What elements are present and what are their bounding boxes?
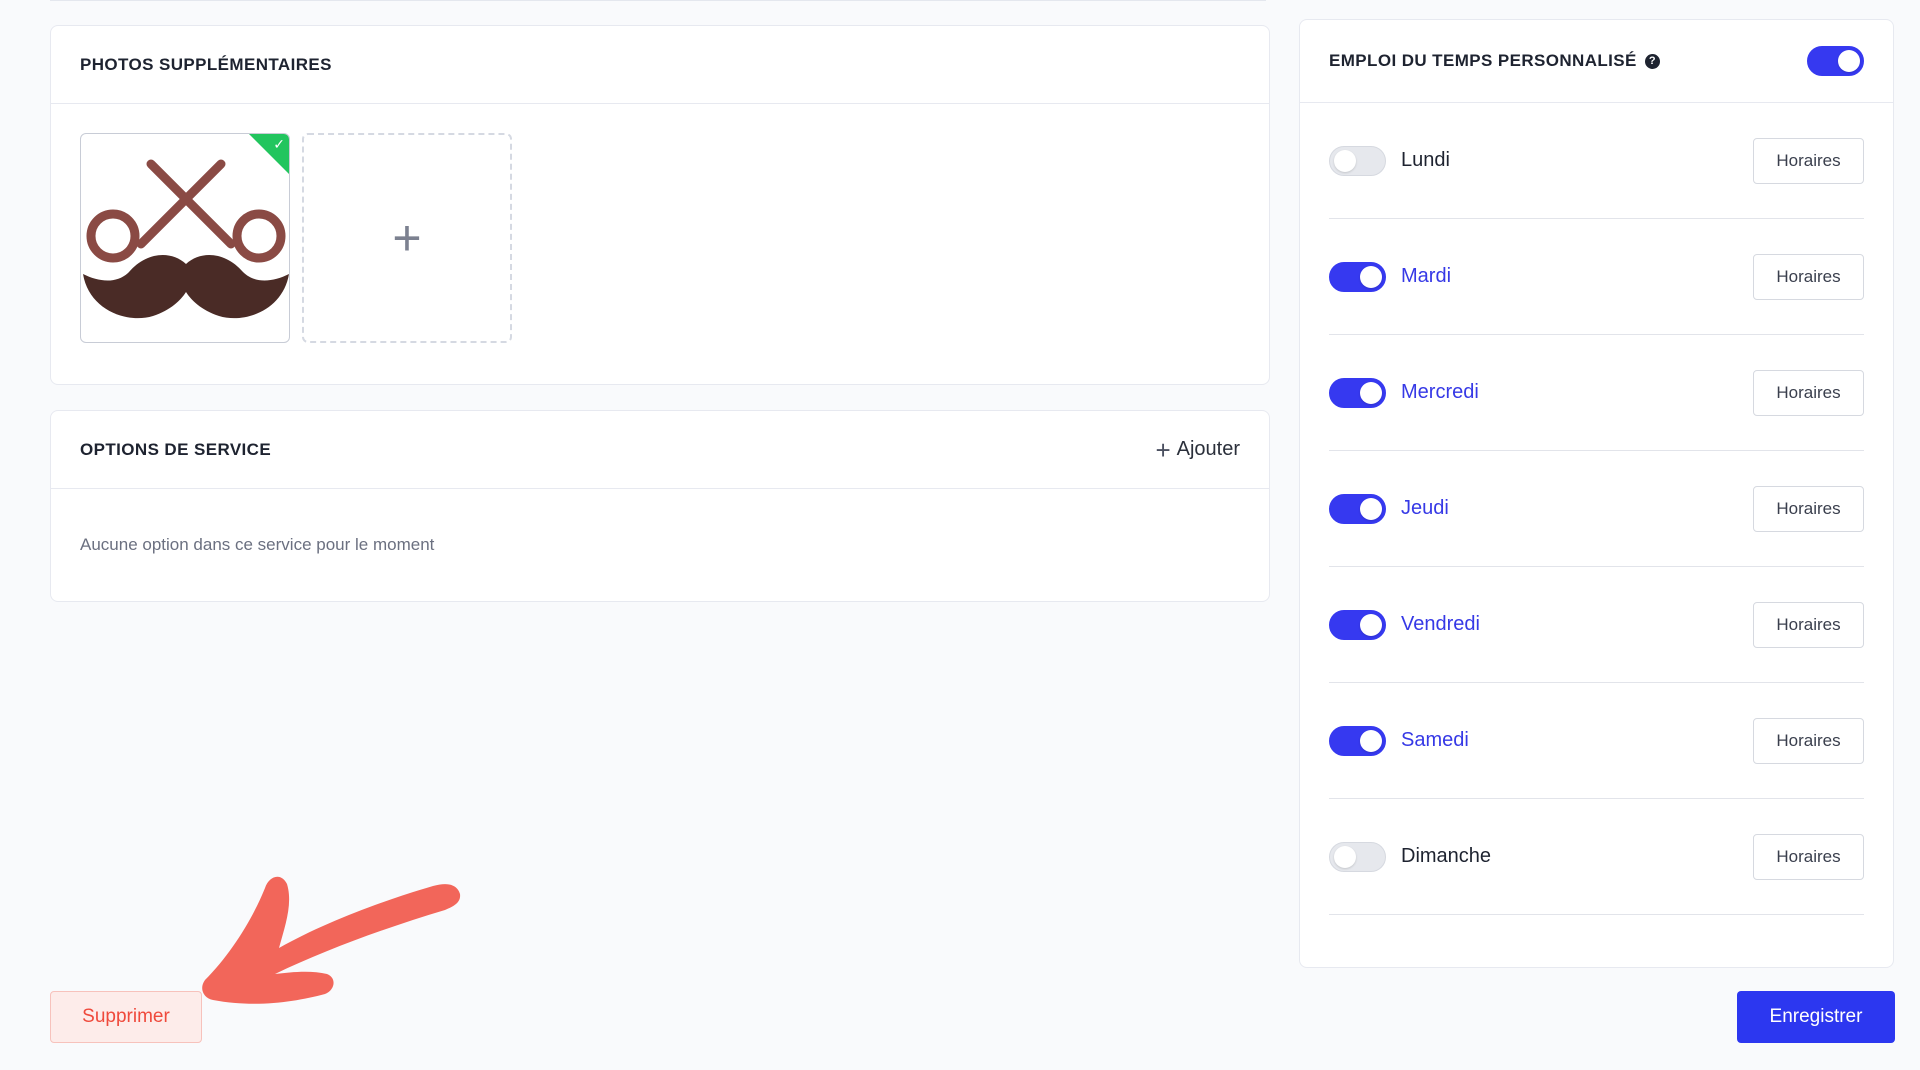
empty-options-message: Aucune option dans ce service pour le mo… [80, 535, 435, 554]
custom-schedule-header: EMPLOI DU TEMPS PERSONNALISÉ ? [1300, 20, 1893, 103]
service-options-title: OPTIONS DE SERVICE [80, 439, 272, 459]
day-row-samedi: Samedi Horaires [1329, 683, 1864, 799]
day-name: Mardi [1401, 265, 1452, 287]
hours-button-jeudi[interactable]: Horaires [1753, 485, 1864, 532]
photo-thumbnail[interactable]: ✓ [80, 133, 290, 343]
hours-button-dimanche[interactable]: Horaires [1753, 833, 1864, 880]
photos-card-header: PHOTOS SUPPLÉMENTAIRES [51, 26, 1269, 104]
add-photo-button[interactable]: + [302, 133, 512, 343]
day-toggle-samedi[interactable] [1329, 725, 1386, 756]
check-icon: ✓ [273, 136, 285, 152]
day-row-mercredi: Mercredi Horaires [1329, 335, 1864, 451]
day-row-jeudi: Jeudi Horaires [1329, 451, 1864, 567]
day-row-dimanche: Dimanche Horaires [1329, 799, 1864, 915]
day-toggle-dimanche[interactable] [1329, 841, 1386, 872]
save-button[interactable]: Enregistrer [1737, 991, 1895, 1043]
add-option-button[interactable]: + Ajouter [1155, 437, 1240, 463]
delete-button[interactable]: Supprimer [50, 991, 202, 1043]
photos-card: PHOTOS SUPPLÉMENTAIRES ✓ + [50, 25, 1270, 385]
custom-schedule-title: EMPLOI DU TEMPS PERSONNALISÉ [1329, 51, 1637, 70]
toggle-knob [1360, 381, 1382, 404]
plus-icon: + [1155, 434, 1171, 465]
hours-button-samedi[interactable]: Horaires [1753, 717, 1864, 764]
service-options-card: OPTIONS DE SERVICE + Ajouter Aucune opti… [50, 410, 1270, 602]
day-toggle-group: Lundi [1329, 145, 1450, 176]
day-row-vendredi: Vendredi Horaires [1329, 567, 1864, 683]
day-toggle-lundi[interactable] [1329, 145, 1386, 176]
day-name: Samedi [1401, 729, 1469, 751]
plus-icon: + [392, 210, 422, 266]
toggle-knob [1360, 613, 1382, 636]
red-arrow-annotation-icon [202, 876, 461, 1004]
day-name: Lundi [1401, 149, 1450, 171]
day-name: Dimanche [1401, 845, 1492, 867]
day-toggle-group: Mardi [1329, 261, 1452, 292]
hours-button-lundi[interactable]: Horaires [1753, 137, 1864, 184]
day-name: Mercredi [1401, 381, 1479, 403]
day-name: Vendredi [1401, 613, 1480, 635]
top-divider [50, 0, 1266, 1]
day-toggle-group: Samedi [1329, 725, 1469, 756]
toggle-knob [1334, 845, 1356, 868]
custom-schedule-toggle[interactable] [1807, 46, 1864, 76]
day-toggle-jeudi[interactable] [1329, 493, 1386, 524]
toggle-knob [1334, 149, 1356, 172]
hours-button-mercredi[interactable]: Horaires [1753, 369, 1864, 416]
page: PHOTOS SUPPLÉMENTAIRES ✓ + OPTIONS DE SE… [0, 0, 1920, 1070]
toggle-knob [1838, 50, 1860, 72]
toggle-knob [1360, 265, 1382, 288]
day-row-mardi: Mardi Horaires [1329, 219, 1864, 335]
day-toggle-group: Dimanche [1329, 841, 1492, 872]
day-toggle-vendredi[interactable] [1329, 609, 1386, 640]
day-list: Lundi Horaires Mardi Horaires Mercredi Horair… [1300, 103, 1893, 915]
day-row-lundi: Lundi Horaires [1329, 103, 1864, 219]
hours-button-vendredi[interactable]: Horaires [1753, 601, 1864, 648]
custom-schedule-card: EMPLOI DU TEMPS PERSONNALISÉ ? Lundi Hora… [1299, 19, 1894, 968]
photos-title: PHOTOS SUPPLÉMENTAIRES [80, 54, 332, 74]
question-circle-icon[interactable]: ? [1644, 53, 1660, 69]
day-toggle-group: Jeudi [1329, 493, 1449, 524]
custom-schedule-title-group: EMPLOI DU TEMPS PERSONNALISÉ ? [1329, 51, 1660, 71]
toggle-knob [1360, 729, 1382, 752]
day-toggle-group: Vendredi [1329, 609, 1480, 640]
add-option-label: Ajouter [1176, 438, 1240, 460]
hours-button-mardi[interactable]: Horaires [1753, 253, 1864, 300]
photos-gallery: ✓ + [51, 104, 1269, 372]
day-toggle-mercredi[interactable] [1329, 377, 1386, 408]
service-options-header: OPTIONS DE SERVICE + Ajouter [51, 411, 1269, 489]
day-toggle-group: Mercredi [1329, 377, 1479, 408]
day-name: Jeudi [1401, 497, 1449, 519]
day-toggle-mardi[interactable] [1329, 261, 1386, 292]
toggle-knob [1360, 497, 1382, 520]
